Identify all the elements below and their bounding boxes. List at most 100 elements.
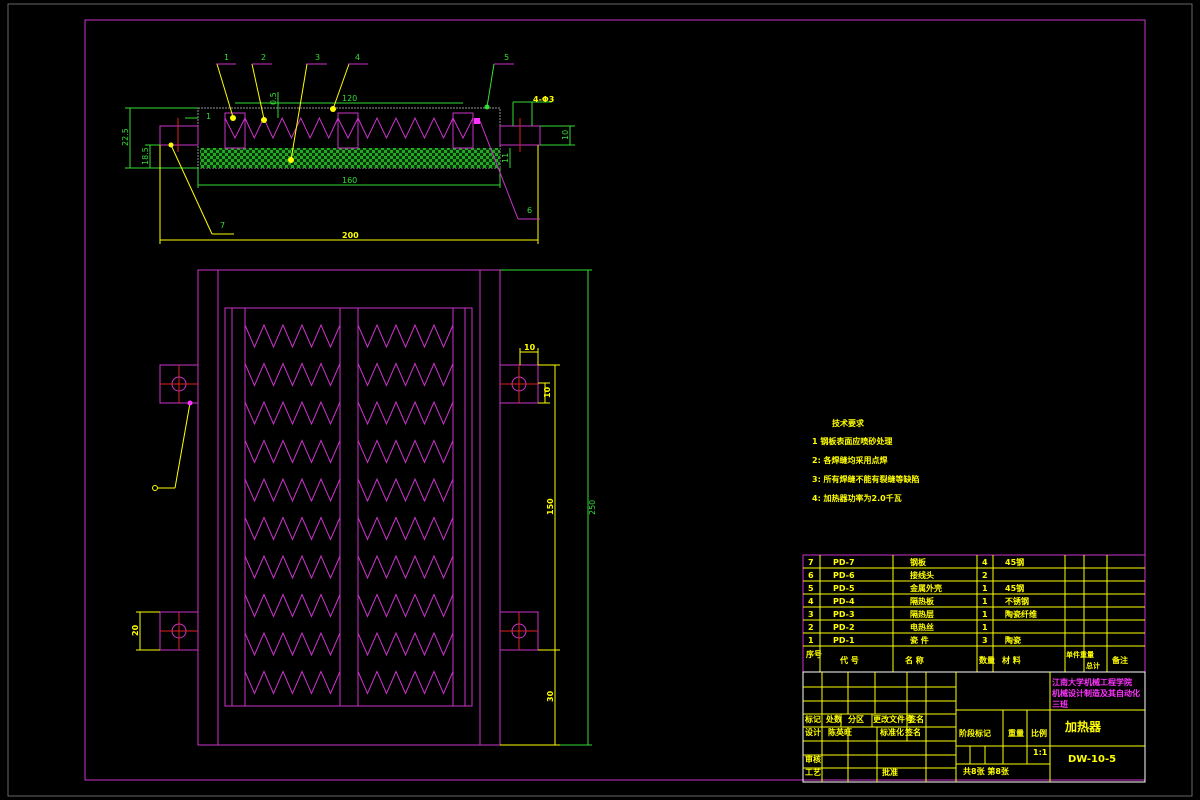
ceramic-block	[452, 112, 474, 149]
bom-rows: 7 PD-7 钢板 4 45钢 6 PD-6 接线头 2 5 PD-5 金属外壳 1 45钢 4 PD-4 隔热…	[808, 557, 1037, 645]
designer-name: 陈英旺	[828, 727, 852, 737]
bom-cell-qty: 3	[982, 636, 988, 645]
bom-cell-no: 2	[808, 623, 814, 632]
bom-cell-code: PD-7	[833, 558, 855, 567]
bom-header: 序号 代 号 名 称 数量 材 料 单件重量 总计 备注	[806, 649, 1128, 670]
dim-22-5: 22.5	[121, 128, 130, 146]
bom-cell-material: 不锈钢	[1005, 596, 1029, 606]
bom-cell-name: 电热丝	[910, 622, 934, 632]
heating-wire	[244, 631, 341, 657]
callout-4: 4	[355, 53, 360, 62]
label-weight: 重量	[1008, 728, 1024, 738]
label-zone: 分区	[848, 714, 864, 724]
heating-wire	[224, 117, 246, 140]
heating-wire	[244, 516, 341, 541]
bom-cell-name: 钢板	[910, 557, 927, 567]
bom-cell-qty: 2	[982, 571, 988, 580]
label-change-doc: 更改文件号	[873, 714, 913, 724]
tech-item: 3: 所有焊缝不能有裂缝等缺陷	[812, 474, 920, 484]
heating-wire	[244, 116, 339, 140]
heating-wire	[357, 516, 454, 541]
tech-requirements: 技术要求 1 钢板表面应喷砂处理 2: 各焊缝均采用点焊 3: 所有焊缝不能有裂…	[812, 418, 920, 503]
heating-wire	[244, 400, 341, 426]
bom-cell-no: 6	[808, 571, 814, 580]
bom-header-unit-weight: 单件重量	[1066, 650, 1094, 659]
tech-item: 1 钢板表面应喷砂处理	[812, 436, 892, 446]
bom-cell-code: PD-5	[833, 584, 855, 593]
scale-value: 1:1	[1033, 748, 1048, 757]
bom-cell-material: 陶瓷纤维	[1005, 609, 1037, 619]
bom-header-code: 代 号	[839, 655, 859, 665]
label-process: 工艺	[805, 767, 821, 777]
sheet-border	[7, 3, 1193, 797]
ceramic-block	[337, 112, 359, 149]
bom-cell-code: PD-4	[833, 597, 855, 606]
dim-1: 1	[206, 112, 211, 121]
heating-wire	[244, 439, 341, 464]
heating-wire	[244, 670, 341, 695]
callout-2: 2	[261, 53, 266, 62]
bom-cell-no: 3	[808, 610, 814, 619]
label-sign-2: 签名	[904, 727, 921, 737]
bom-cell-no: 4	[808, 597, 814, 606]
dim-holes: 4-Φ3	[533, 95, 554, 104]
bom-header-name: 名 称	[905, 655, 924, 665]
drawing-title: 加热器	[1064, 719, 1102, 734]
bom-cell-name: 隔热层	[910, 609, 934, 619]
callout-3: 3	[315, 53, 320, 62]
bom-cell-code: PD-3	[833, 610, 855, 619]
label-review: 审核	[805, 754, 821, 764]
bom-cell-code: PD-2	[833, 623, 855, 632]
bom-header-remark: 备注	[1111, 655, 1128, 665]
tech-item: 2: 各焊缝均采用点焊	[812, 455, 888, 465]
heating-wire	[357, 554, 454, 580]
heating-wire	[337, 117, 359, 140]
dim-18-5: 18.5	[141, 147, 150, 165]
dim-150: 150	[546, 498, 555, 515]
tech-title: 技术要求	[832, 418, 865, 428]
bom-header-total: 总计	[1086, 661, 1100, 670]
heating-wire	[244, 362, 341, 387]
bom-cell-no: 7	[808, 558, 814, 567]
label-stage: 阶段标记	[959, 728, 991, 738]
bom-cell-name: 金属外壳	[909, 583, 942, 593]
callout-1: 1	[224, 53, 229, 62]
label-sign: 签名	[907, 714, 924, 724]
bom-header-no: 序号	[806, 649, 822, 659]
heating-wire	[357, 631, 454, 657]
dim-10-side: 10	[543, 386, 552, 398]
heating-wire	[357, 670, 454, 695]
bom-cell-qty: 4	[982, 558, 988, 567]
callout-6: 6	[527, 206, 532, 215]
dim-160: 160	[342, 176, 357, 185]
drawing-number: DW-10-5	[1068, 754, 1116, 765]
label-scale: 比例	[1031, 728, 1047, 738]
dim-10-top: 10	[524, 343, 536, 352]
dim-250: 250	[588, 500, 597, 515]
heating-wire	[244, 323, 341, 349]
bom-cell-qty: 1	[982, 623, 988, 632]
drawing-frame	[84, 19, 1146, 781]
plan-view	[136, 269, 592, 746]
heating-wire	[244, 477, 341, 503]
bom-header-qty: 数量	[979, 655, 995, 665]
bom-cell-name: 隔热板	[910, 596, 935, 606]
dim-200: 200	[342, 231, 359, 240]
heating-wire	[244, 593, 341, 618]
section-callouts: 1 2 3 4 5 6 7 120 160 200 22.5 18.5 10 1…	[121, 53, 570, 240]
bom-cell-qty: 1	[982, 584, 988, 593]
school-line: 三班	[1052, 699, 1068, 709]
school-line: 机械设计制造及其自动化	[1052, 688, 1140, 698]
heating-wire	[357, 362, 454, 387]
label-mark: 标记	[804, 714, 821, 724]
label-approve: 批准	[882, 767, 898, 777]
bom-cell-name: 瓷 件	[910, 635, 929, 645]
bom-cell-no: 5	[808, 584, 814, 593]
heating-wire	[357, 439, 454, 464]
bom-cell-code: PD-1	[833, 636, 855, 645]
label-design: 设计	[805, 727, 821, 737]
bom-cell-no: 1	[808, 636, 814, 645]
school-line: 江南大学机械工程学院	[1052, 677, 1132, 687]
sheet-count: 共8张 第8张	[963, 766, 1010, 776]
dim-20: 20	[131, 624, 140, 636]
